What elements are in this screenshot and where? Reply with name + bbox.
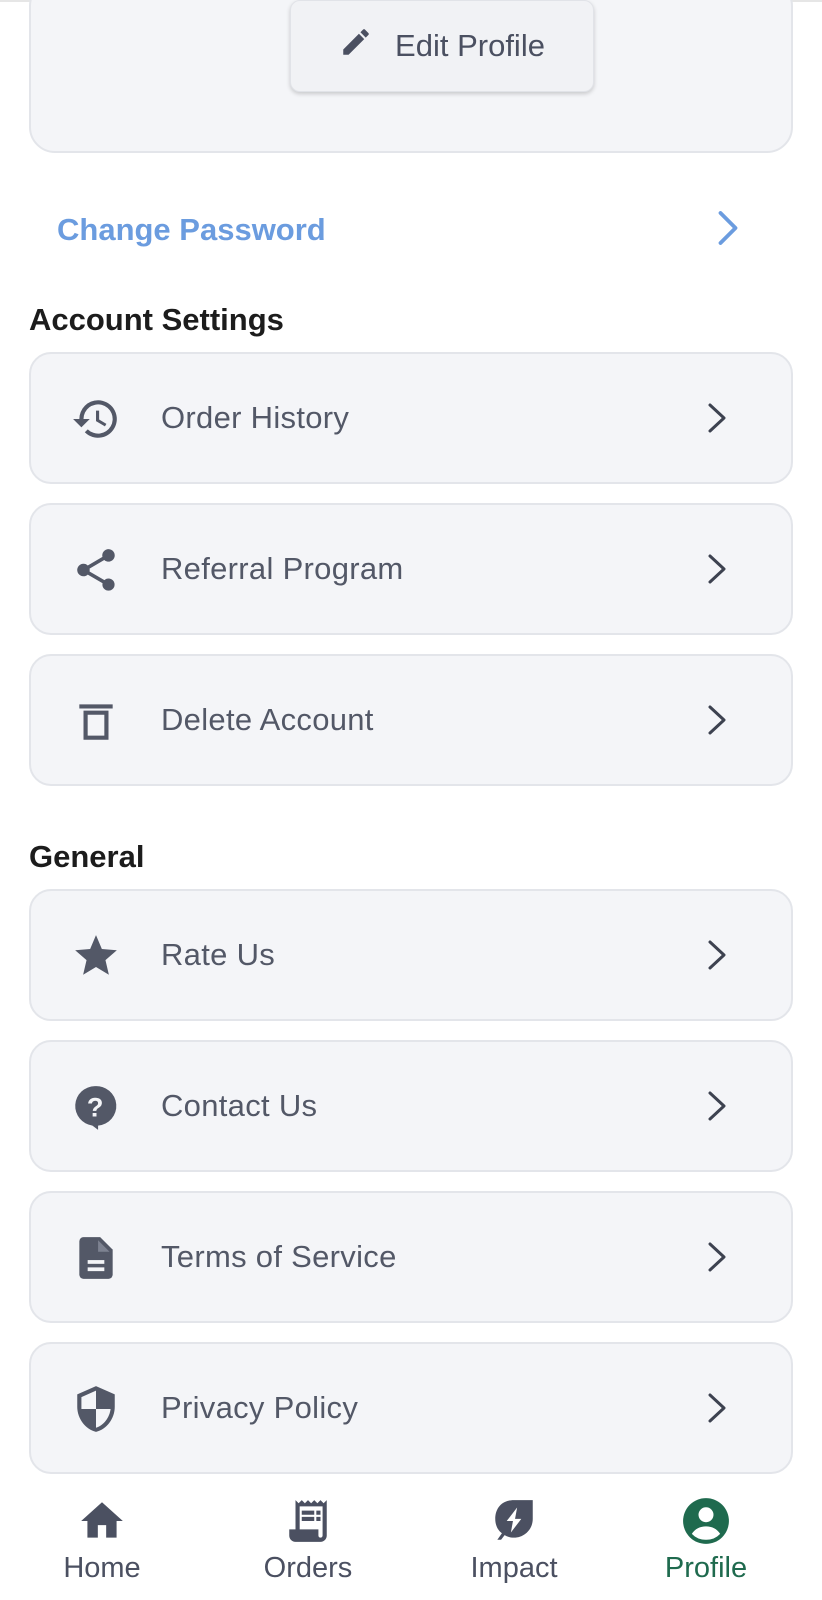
chevron-right-icon xyxy=(713,208,743,253)
contact-us-row[interactable]: ? Contact Us xyxy=(29,1040,793,1172)
account-settings-title: Account Settings xyxy=(29,302,284,337)
nav-profile[interactable]: Profile xyxy=(626,1478,786,1600)
delete-account-row[interactable]: Delete Account xyxy=(29,654,793,786)
chevron-right-icon xyxy=(705,551,729,587)
edit-profile-label: Edit Profile xyxy=(395,28,545,63)
document-icon xyxy=(71,1233,121,1283)
edit-profile-button[interactable]: Edit Profile xyxy=(290,0,594,92)
help-icon: ? xyxy=(71,1082,121,1132)
order-history-label: Order History xyxy=(161,400,350,435)
terms-of-service-label: Terms of Service xyxy=(161,1239,397,1274)
shield-icon xyxy=(71,1384,121,1434)
change-password-label: Change Password xyxy=(57,212,326,247)
order-history-row[interactable]: Order History xyxy=(29,352,793,484)
referral-program-row[interactable]: Referral Program xyxy=(29,503,793,635)
profile-card: Edit Profile xyxy=(29,0,793,153)
nav-home[interactable]: Home xyxy=(22,1478,182,1600)
privacy-policy-label: Privacy Policy xyxy=(161,1390,359,1425)
nav-orders[interactable]: Orders xyxy=(228,1478,388,1600)
star-icon xyxy=(71,931,121,981)
general-title: General xyxy=(29,839,145,874)
rate-us-label: Rate Us xyxy=(161,937,276,972)
chevron-right-icon xyxy=(705,1390,729,1426)
nav-orders-label: Orders xyxy=(263,1552,353,1584)
chevron-right-icon xyxy=(705,1088,729,1124)
account-circle-icon xyxy=(681,1496,731,1546)
bottom-navigation: Home Orders Impact Profile xyxy=(0,1478,822,1600)
nav-profile-label: Profile xyxy=(664,1552,748,1584)
nav-impact[interactable]: Impact xyxy=(434,1478,594,1600)
chevron-right-icon xyxy=(705,702,729,738)
referral-program-label: Referral Program xyxy=(161,551,404,586)
change-password-link[interactable]: Change Password xyxy=(57,205,743,255)
chevron-right-icon xyxy=(705,400,729,436)
history-icon xyxy=(71,394,121,444)
privacy-policy-row[interactable]: Privacy Policy xyxy=(29,1342,793,1474)
receipt-icon xyxy=(283,1496,333,1546)
rate-us-row[interactable]: Rate Us xyxy=(29,889,793,1021)
share-icon xyxy=(71,545,121,595)
chevron-right-icon xyxy=(705,1239,729,1275)
impact-icon xyxy=(489,1496,539,1546)
pencil-icon xyxy=(339,25,373,67)
nav-home-label: Home xyxy=(63,1552,141,1584)
terms-of-service-row[interactable]: Terms of Service xyxy=(29,1191,793,1323)
delete-account-label: Delete Account xyxy=(161,702,374,737)
home-icon xyxy=(77,1496,127,1546)
contact-us-label: Contact Us xyxy=(161,1088,318,1123)
svg-text:?: ? xyxy=(87,1091,104,1122)
trash-icon xyxy=(71,696,121,746)
chevron-right-icon xyxy=(705,937,729,973)
nav-impact-label: Impact xyxy=(470,1552,558,1584)
